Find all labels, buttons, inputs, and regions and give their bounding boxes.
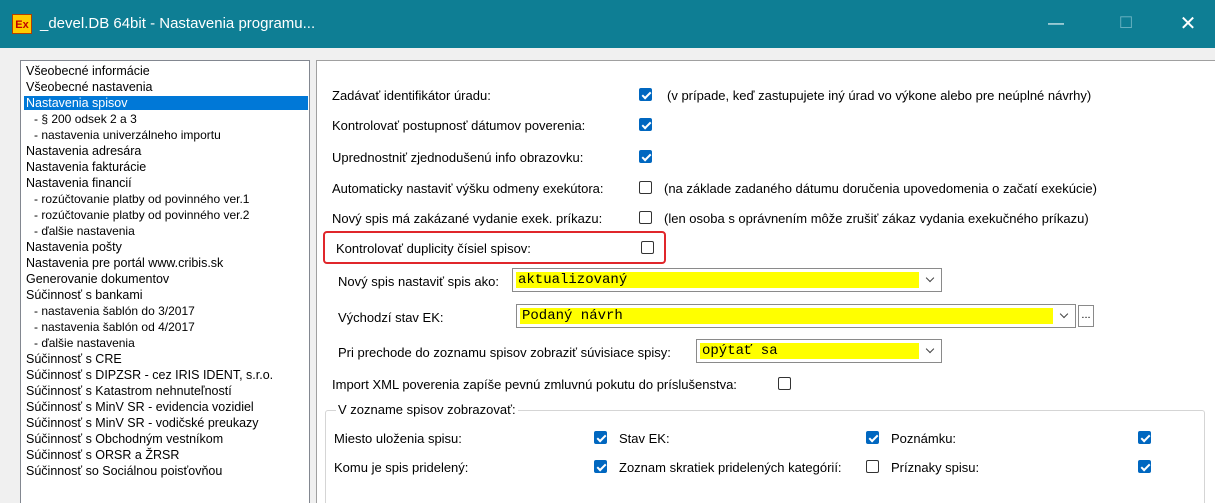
sidebar-item-vseobecne-nastavenia[interactable]: Všeobecné nastavenia [24, 80, 154, 94]
komu-pridelene-label: Komu je spis pridelený: [334, 460, 469, 475]
sidebar-item-portal-cribis[interactable]: Nastavenia pre portál www.cribis.sk [24, 256, 225, 270]
sidebar-item-paragraf-200[interactable]: - § 200 odsek 2 a 3 [32, 112, 139, 126]
uprednostnit-label: Uprednostniť zjednodušenú info obrazovku… [332, 150, 584, 165]
kontrolovat-postupnost-checkbox[interactable] [639, 118, 652, 131]
minimize-button[interactable]: — [1033, 0, 1079, 48]
komu-pridelene-checkbox[interactable] [594, 460, 607, 473]
title-bar: Ex _devel.DB 64bit - Nastavenia programu… [0, 0, 1215, 48]
sidebar-item-sucinnost-orsr-zrsr[interactable]: Súčinnosť s ORSR a ŽRSR [24, 448, 181, 462]
zadavat-identifikator-note: (v prípade, keď zastupujete iný úrad vo … [667, 88, 1092, 103]
sidebar-item-nastavenia-fakturacie[interactable]: Nastavenia fakturácie [24, 160, 148, 174]
sidebar-item-nastavenia-adresara[interactable]: Nastavenia adresára [24, 144, 143, 158]
zoznam-spisov-legend: V zozname spisov zobrazovať: [336, 402, 518, 417]
vychodzi-stav-dropdown[interactable]: Podaný návrh [516, 304, 1076, 328]
miesto-ulozenia-label: Miesto uloženia spisu: [334, 431, 462, 446]
poznamku-label: Poznámku: [891, 431, 957, 446]
novy-spis-stav-dropdown[interactable]: aktualizovaný [512, 268, 942, 292]
automaticky-odmena-note: (na základe zadaného dátumu doručenia up… [664, 181, 1097, 196]
close-button[interactable]: ✕ [1165, 0, 1211, 48]
sidebar-item-dalsie-nastavenia-banky[interactable]: - ďalšie nastavenia [32, 336, 137, 350]
app-icon: Ex [12, 14, 32, 34]
poznamku-checkbox[interactable] [1138, 431, 1151, 444]
zadavat-identifikator-checkbox[interactable] [639, 88, 652, 101]
priznaky-spisu-label: Príznaky spisu: [891, 460, 980, 475]
sidebar-item-nastavenia-posty[interactable]: Nastavenia pošty [24, 240, 124, 254]
window-title: _devel.DB 64bit - Nastavenia programu... [40, 15, 316, 32]
sidebar-item-sucinnost-socialna-poistovna[interactable]: Súčinnosť so Sociálnou poisťovňou [24, 464, 224, 478]
sidebar-item-sucinnost-obchodny-vestnik[interactable]: Súčinnosť s Obchodným vestníkom [24, 432, 225, 446]
kontrolovat-duplicity-label: Kontrolovať duplicity čísiel spisov: [336, 241, 531, 256]
vychodzi-stav-value: Podaný návrh [520, 308, 1053, 324]
novy-spis-stav-value: aktualizovaný [516, 272, 919, 288]
pri-prechode-dropdown[interactable]: opýtať sa [696, 339, 942, 363]
sidebar-item-rozuctovanie-ver1[interactable]: - rozúčtovanie platby od povinného ver.1 [32, 192, 251, 206]
sidebar-item-sucinnost-dipzsr[interactable]: Súčinnosť s DIPZSR - cez IRIS IDENT, s.r… [24, 368, 275, 382]
sidebar-item-univerzalny-import[interactable]: - nastavenia univerzálneho importu [32, 128, 223, 142]
uprednostnit-checkbox[interactable] [639, 150, 652, 163]
kontrolovat-postupnost-label: Kontrolovať postupnosť dátumov poverenia… [332, 118, 586, 133]
zoznam-skratiek-label: Zoznam skratiek pridelených kategórií: [619, 460, 842, 475]
sidebar-item-sucinnost-kataster[interactable]: Súčinnosť s Katastrom nehnuteľností [24, 384, 234, 398]
chevron-down-icon [921, 340, 941, 362]
vychodzi-stav-browse-button[interactable]: ... [1078, 305, 1094, 327]
novy-spis-nastavit-label: Nový spis nastaviť spis ako: [338, 274, 499, 289]
automaticky-odmena-checkbox[interactable] [639, 181, 652, 194]
chevron-down-icon [1055, 305, 1075, 327]
sidebar-item-sucinnost-banky[interactable]: Súčinnosť s bankami [24, 288, 145, 302]
settings-category-list[interactable]: Všeobecné informácie Všeobecné nastaveni… [20, 60, 310, 503]
import-xml-checkbox[interactable] [778, 377, 791, 390]
sidebar-item-sablony-od-2017[interactable]: - nastavenia šablón od 4/2017 [32, 320, 197, 334]
zadavat-identifikator-label: Zadávať identifikátor úradu: [332, 88, 491, 103]
novy-spis-zakazane-label: Nový spis má zakázané vydanie exek. prík… [332, 211, 603, 226]
sidebar-item-nastavenia-spisov[interactable]: Nastavenia spisov [24, 96, 308, 110]
sidebar-item-sablony-do-2017[interactable]: - nastavenia šablón do 3/2017 [32, 304, 197, 318]
maximize-button[interactable]: ☐ [1103, 0, 1149, 48]
sidebar-item-nastavenia-financii[interactable]: Nastavenia financií [24, 176, 134, 190]
sidebar-item-dalsie-nastavenia-financii[interactable]: - ďalšie nastavenia [32, 224, 137, 238]
priznaky-spisu-checkbox[interactable] [1138, 460, 1151, 473]
zoznam-skratiek-checkbox[interactable] [866, 460, 879, 473]
pri-prechode-label: Pri prechode do zoznamu spisov zobraziť … [338, 345, 671, 360]
miesto-ulozenia-checkbox[interactable] [594, 431, 607, 444]
novy-spis-zakazane-checkbox[interactable] [639, 211, 652, 224]
sidebar-item-rozuctovanie-ver2[interactable]: - rozúčtovanie platby od povinného ver.2 [32, 208, 251, 222]
sidebar-item-sucinnost-minv-vozidla[interactable]: Súčinnosť s MinV SR - evidencia vozidiel [24, 400, 256, 414]
sidebar-item-vseobecne-informacie[interactable]: Všeobecné informácie [24, 64, 152, 78]
sidebar-item-generovanie-dokumentov[interactable]: Generovanie dokumentov [24, 272, 171, 286]
novy-spis-zakazane-note: (len osoba s oprávnením môže zrušiť záka… [664, 211, 1089, 226]
stav-ek-label: Stav EK: [619, 431, 670, 446]
sidebar-item-sucinnost-minv-preukazy[interactable]: Súčinnosť s MinV SR - vodičské preukazy [24, 416, 261, 430]
vychodzi-stav-label: Východzí stav EK: [338, 310, 444, 325]
stav-ek-checkbox[interactable] [866, 431, 879, 444]
kontrolovat-duplicity-checkbox[interactable] [641, 241, 654, 254]
pri-prechode-value: opýtať sa [700, 343, 919, 359]
sidebar-item-sucinnost-cre[interactable]: Súčinnosť s CRE [24, 352, 124, 366]
import-xml-label: Import XML poverenia zapíše pevnú zmluvn… [332, 377, 737, 392]
zoznam-spisov-groupbox [325, 410, 1205, 503]
chevron-down-icon [921, 269, 941, 291]
automaticky-odmena-label: Automaticky nastaviť výšku odmeny exekút… [332, 181, 604, 196]
